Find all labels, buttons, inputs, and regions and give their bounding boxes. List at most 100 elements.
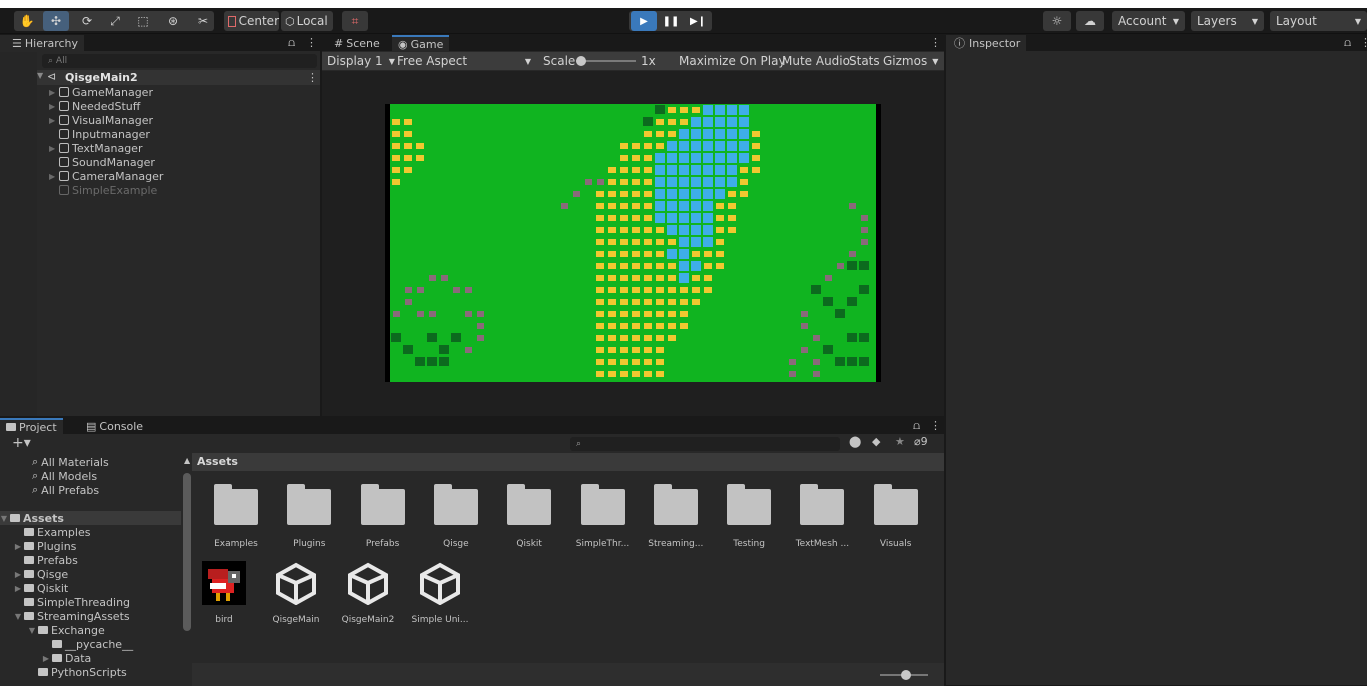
move-tool-icon[interactable]: ✣ <box>43 11 69 31</box>
asset-file[interactable]: Simple Uni... <box>408 561 472 625</box>
expand-arrow-icon[interactable]: ▼ <box>0 514 10 523</box>
rotate-tool-icon[interactable]: ⟳ <box>74 11 100 31</box>
transform-tool-icon[interactable]: ⊛ <box>160 11 186 31</box>
hierarchy-item[interactable]: ▶ CameraManager <box>49 169 163 183</box>
tree-item[interactable]: ▼ StreamingAssets <box>0 609 181 623</box>
asset-folder[interactable]: TextMesh ... <box>790 484 854 549</box>
hierarchy-item[interactable]: SoundManager <box>49 155 155 169</box>
breadcrumb[interactable]: Assets <box>197 455 238 468</box>
tree-item[interactable]: ▶ Data <box>0 651 181 665</box>
grid-snap-icon[interactable]: ⌗ <box>342 11 368 31</box>
display-dropdown[interactable]: Display 1 ▼ <box>324 52 398 70</box>
tree-scrollbar[interactable] <box>183 473 191 631</box>
asset-folder[interactable]: Qiskit <box>497 484 561 549</box>
star-icon[interactable]: ★ <box>895 435 905 448</box>
tree-item[interactable]: Prefabs <box>0 553 181 567</box>
tree-item[interactable]: PythonScripts <box>0 665 181 679</box>
hierarchy-item[interactable]: ▶ TextManager <box>49 141 142 155</box>
services-icon[interactable]: ☼ <box>1043 11 1071 31</box>
asset-folder[interactable]: SimpleThr... <box>571 484 635 549</box>
layout-dropdown[interactable]: Layout ▼ <box>1270 11 1367 31</box>
maximize-on-play-button[interactable]: Maximize On Play <box>676 52 789 70</box>
expand-arrow-icon[interactable]: ▶ <box>49 172 59 181</box>
more-options-icon[interactable]: ⋮ <box>930 36 941 49</box>
favorite-item[interactable]: ⌕ All Prefabs <box>32 483 99 497</box>
tab-inspector[interactable]: ⓘ Inspector <box>946 35 1027 51</box>
pause-button[interactable]: ❚❚ <box>658 11 684 31</box>
cloud-icon[interactable]: ☁ <box>1076 11 1104 31</box>
scene-row[interactable]: ▼ ⊲ QisgeMain2 ⋮ <box>37 70 320 85</box>
tree-item[interactable]: ▶ Plugins <box>0 539 181 553</box>
tree-item[interactable]: Examples <box>0 525 181 539</box>
expand-arrow-icon[interactable]: ▶ <box>49 88 59 97</box>
mute-audio-button[interactable]: Mute Audio <box>779 52 853 70</box>
asset-folder[interactable]: Streaming... <box>644 484 708 549</box>
expand-arrow-icon[interactable]: ▼ <box>37 71 43 80</box>
tree-item[interactable]: ▼ Assets <box>0 511 181 525</box>
project-search-input[interactable]: ⌕ <box>570 437 840 451</box>
pivot-center-button[interactable]: Center <box>224 11 279 31</box>
stats-button[interactable]: Stats <box>846 52 883 70</box>
layers-dropdown[interactable]: Layers ▼ <box>1191 11 1264 31</box>
tab-scene[interactable]: # Scene <box>328 35 386 51</box>
hierarchy-item[interactable]: ▶ VisualManager <box>49 113 153 127</box>
asset-file[interactable]: bird <box>192 561 256 625</box>
asset-file[interactable]: QisgeMain2 <box>336 561 400 625</box>
tab-game[interactable]: ◉ Game <box>392 35 450 51</box>
asset-folder[interactable]: Testing <box>717 484 781 549</box>
scene-menu-icon[interactable]: ⋮ <box>307 71 318 84</box>
asset-file[interactable]: QisgeMain <box>264 561 328 625</box>
hidden-packages-icon[interactable]: ⌀9 <box>914 435 928 448</box>
asset-folder[interactable]: Examples <box>204 484 268 549</box>
lock-icon[interactable]: ⩍ <box>913 419 920 433</box>
create-icon[interactable]: +▾ <box>12 435 31 451</box>
aspect-dropdown[interactable]: Free Aspect ▼ <box>394 52 534 70</box>
expand-arrow-icon[interactable]: ▶ <box>49 116 59 125</box>
tab-project[interactable]: Project <box>0 418 63 434</box>
asset-folder[interactable]: Plugins <box>277 484 341 549</box>
rect-tool-icon[interactable]: ⬚ <box>130 11 156 31</box>
tree-item[interactable]: __pycache__ <box>0 637 181 651</box>
favorite-item[interactable]: ⌕ All Models <box>32 469 97 483</box>
gizmos-button[interactable]: Gizmos ▼ <box>880 52 941 70</box>
expand-arrow-icon[interactable]: ▶ <box>49 102 59 111</box>
tree-item[interactable]: ▶ Qiskit <box>0 581 181 595</box>
hierarchy-item[interactable]: ▶ GameManager <box>49 85 153 99</box>
tab-hierarchy[interactable]: ☰ Hierarchy <box>0 35 85 51</box>
scale-tool-icon[interactable]: ⤢ <box>103 11 127 31</box>
lock-icon[interactable]: ⩍ <box>288 36 295 50</box>
expand-arrow-icon[interactable]: ▶ <box>0 542 24 551</box>
expand-arrow-icon[interactable]: ▶ <box>0 654 52 663</box>
zoom-slider-handle[interactable] <box>901 670 911 680</box>
tree-item[interactable]: ▼ Exchange <box>0 623 181 637</box>
label-icon[interactable]: ◆ <box>872 435 880 448</box>
expand-arrow-icon[interactable]: ▶ <box>49 144 59 153</box>
asset-folder[interactable]: Qisge <box>424 484 488 549</box>
more-options-icon[interactable]: ⋮ <box>930 419 941 432</box>
tree-item[interactable]: SimpleThreading <box>0 595 181 609</box>
hierarchy-item[interactable]: Inputmanager <box>49 127 150 141</box>
custom-tool-icon[interactable]: ✂ <box>190 11 216 31</box>
search-by-type-icon[interactable]: ⬤ <box>849 435 861 448</box>
hand-tool-icon[interactable]: ✋ <box>16 11 38 31</box>
step-button[interactable]: ▶❙ <box>685 11 711 31</box>
hierarchy-item[interactable]: ▶ NeededStuff <box>49 99 140 113</box>
hierarchy-item[interactable]: SimpleExample <box>49 183 157 197</box>
expand-arrow-icon[interactable]: ▼ <box>0 612 24 621</box>
more-options-icon[interactable]: ⋮ <box>306 36 317 49</box>
tab-console[interactable]: ▤ Console <box>80 418 149 434</box>
expand-arrow-icon[interactable]: ▶ <box>0 570 24 579</box>
asset-folder[interactable]: Prefabs <box>351 484 415 549</box>
play-button[interactable]: ▶ <box>631 11 657 31</box>
tree-item[interactable]: ▶ Qisge <box>0 567 181 581</box>
asset-folder[interactable]: Visuals <box>864 484 928 549</box>
pivot-space-button[interactable]: ⬡ Local <box>281 11 333 31</box>
more-options-icon[interactable]: ⋮ <box>1360 36 1367 49</box>
account-dropdown[interactable]: Account ▼ <box>1112 11 1185 31</box>
favorite-item[interactable]: ⌕ All Materials <box>32 455 109 469</box>
expand-arrow-icon[interactable]: ▼ <box>0 626 38 635</box>
scale-slider-handle[interactable] <box>576 56 586 66</box>
lock-icon[interactable]: ⩍ <box>1344 36 1351 50</box>
hierarchy-search-input[interactable]: ⌕ All <box>42 54 317 68</box>
expand-arrow-icon[interactable]: ▶ <box>0 584 24 593</box>
